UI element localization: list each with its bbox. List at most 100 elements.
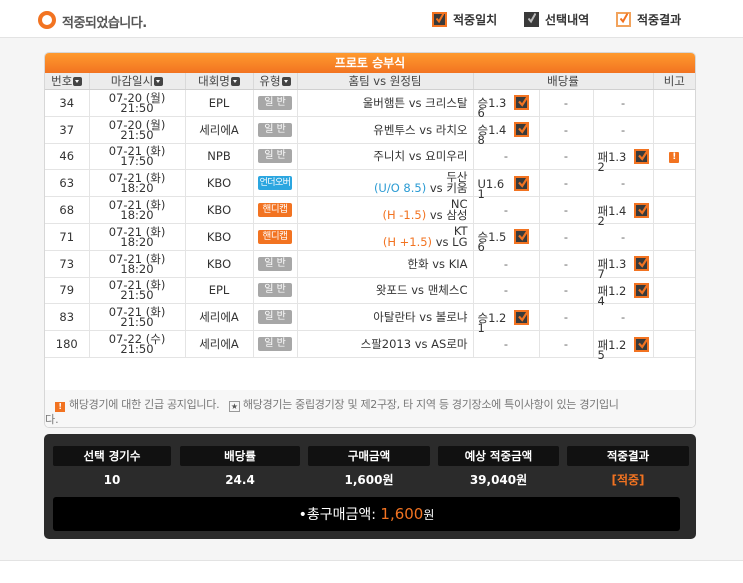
col-deadline[interactable]: 마감일시: [88, 73, 185, 90]
total-amount: 1,600: [380, 505, 424, 523]
sort-down-icon[interactable]: [230, 77, 240, 86]
sort-down-icon[interactable]: [154, 77, 164, 86]
deadline: 07-21 (화) 21:50: [88, 303, 185, 332]
deadline: 07-21 (화) 18:20: [88, 250, 185, 278]
odds-win: -: [472, 250, 539, 278]
col-num[interactable]: 번호: [45, 73, 89, 90]
selected-check-icon: [513, 309, 529, 325]
summary-label: 적중결과: [567, 446, 689, 466]
table-row: 34 07-20 (월) 21:50 EPL 일 반 울버햄튼 vs 크리스탈 승1.36 -…: [45, 89, 695, 119]
odds-win[interactable]: 승1.36: [472, 89, 539, 119]
odds-draw: -: [538, 277, 593, 305]
odds-value: 패1.24: [597, 283, 627, 308]
summary-value: 24.4: [225, 473, 255, 487]
type-badge: 일 반: [258, 149, 292, 164]
summary-value: 10: [103, 473, 121, 487]
away-team: AS로마: [431, 337, 468, 352]
games-panel: 프로토 승부식 번호 마감일시 대회명 유형 홈팀 vs 원정팀 배당률 비고 …: [44, 52, 696, 428]
match: 아탈란타 vs 볼로냐: [296, 303, 473, 332]
game-number: 68: [45, 196, 89, 224]
type-badge: 언더오버: [258, 176, 292, 191]
league: 세리에A: [184, 303, 253, 332]
notice-text: 해당경기는 중립경기장 및 제2구장, 타 지역 등 경기장소에 특이사항이 있…: [242, 398, 619, 411]
home-team: 주니치: [373, 149, 406, 164]
away-team: 삼성: [446, 208, 468, 223]
odds-value: 패1.32: [597, 149, 627, 174]
home-team: 스팔2013: [360, 337, 412, 352]
odds-lose[interactable]: 패1.24: [592, 277, 654, 308]
total-unit: 원: [423, 508, 435, 522]
checkbox-icon: [616, 11, 631, 27]
odds-draw: -: [538, 223, 593, 251]
handicap: (U/O 8.5): [373, 181, 427, 196]
match: 스팔2013 vs AS로마: [296, 330, 473, 358]
col-type[interactable]: 유형: [252, 73, 297, 90]
odds-draw: -: [538, 250, 593, 278]
odds-win[interactable]: U1.61: [472, 169, 539, 201]
note: [652, 116, 695, 144]
deadline: 07-21 (화) 21:50: [88, 277, 185, 305]
away-team: 볼로냐: [435, 310, 468, 325]
game-type: 일 반: [252, 143, 297, 171]
match: 주니치 vs 요미우리: [296, 143, 473, 171]
bottom-bar: [0, 560, 743, 583]
note: [652, 303, 695, 332]
selected-check-icon: [513, 229, 529, 245]
odds-draw: -: [538, 196, 593, 224]
match: 유벤투스 vs 라치오: [296, 116, 473, 144]
odds-win[interactable]: 승1.48: [472, 116, 539, 146]
game-type: 핸디캡: [252, 223, 297, 251]
sort-down-icon[interactable]: [281, 77, 291, 86]
home-team: 한화: [407, 256, 429, 271]
away-team: KIA: [448, 256, 468, 271]
selected-check-icon: [513, 95, 529, 111]
deadline: 07-20 (월) 21:50: [88, 116, 185, 144]
hit-circle-icon: [38, 11, 56, 29]
home-team: 유벤투스: [373, 122, 416, 137]
league: KBO: [184, 196, 253, 224]
league: KBO: [184, 250, 253, 278]
odds-lose[interactable]: 패1.37: [592, 250, 654, 280]
odds-lose[interactable]: 패1.25: [592, 330, 654, 360]
odds-draw: -: [538, 169, 593, 198]
handicap: (H +1.5): [382, 234, 433, 249]
star-icon: ★: [228, 401, 240, 412]
odds-win: -: [472, 277, 539, 305]
type-badge: 일 반: [258, 122, 292, 137]
deadline: 07-22 (수) 21:50: [88, 330, 185, 358]
table-row: 37 07-20 (월) 21:50 세리에A 일 반 유벤투스 vs 라치오 승1.48 -…: [45, 116, 695, 146]
col-league[interactable]: 대회명: [184, 73, 253, 90]
game-number: 71: [45, 223, 89, 251]
summary-label: 배당률: [180, 446, 300, 466]
odds-win: -: [472, 143, 539, 171]
legend-selection: 선택내역: [524, 10, 589, 28]
notice-text: 해당경기에 대한 긴급 공지입니다.: [69, 398, 220, 411]
selected-check-icon: [633, 282, 649, 298]
summary-value: 1,600원: [344, 473, 394, 487]
sort-down-icon[interactable]: [73, 77, 83, 86]
league: EPL: [184, 89, 253, 117]
legend-match: 적중일치: [432, 10, 497, 28]
home-team: 아탈란타: [373, 310, 416, 325]
odds-value: 패1.42: [597, 203, 627, 228]
summary-value: 39,040원: [469, 473, 528, 487]
handicap: (H -1.5): [382, 208, 427, 223]
odds-lose[interactable]: 패1.32: [592, 143, 654, 174]
note: [652, 169, 695, 198]
note: [652, 223, 695, 251]
selected-check-icon: [633, 148, 649, 164]
away-team: 맨체스C: [427, 283, 468, 298]
odds-win[interactable]: 승1.56: [472, 223, 539, 253]
selected-check-icon: [513, 122, 529, 138]
odds-lose[interactable]: 패1.42: [592, 196, 654, 228]
deadline: 07-21 (화) 18:20: [88, 196, 185, 224]
odds-draw: -: [538, 330, 593, 358]
odds-value: 승1.21: [477, 310, 507, 335]
odds-win[interactable]: 승1.21: [472, 303, 539, 335]
selected-check-icon: [633, 202, 649, 218]
checkbox-icon: [524, 11, 539, 27]
total-purchase: •총구매금액: 1,600원: [53, 497, 680, 531]
odds-draw: -: [538, 116, 593, 144]
odds-value: U1.61: [477, 176, 505, 201]
away-team: 크리스탈: [425, 95, 468, 110]
